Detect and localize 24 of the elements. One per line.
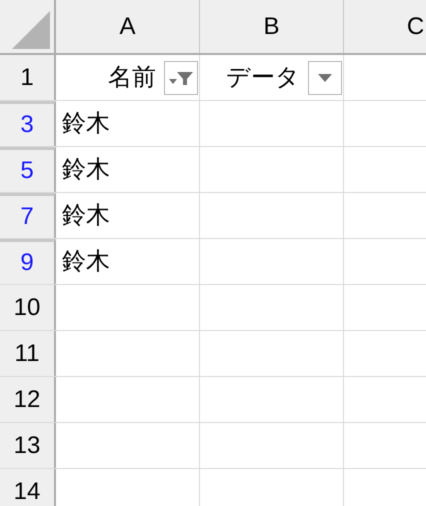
filter-button[interactable] (164, 60, 198, 94)
row-header[interactable]: 9 (0, 239, 56, 284)
row-header[interactable]: 11 (0, 331, 56, 376)
row-header[interactable]: 1 (0, 55, 56, 100)
row-header[interactable]: 3 (0, 101, 56, 146)
row-header[interactable]: 7 (0, 193, 56, 238)
cell-text: 鈴木 (62, 108, 110, 138)
cell-text: 鈴木 (62, 154, 110, 184)
filter-button[interactable] (308, 60, 342, 94)
row-header[interactable]: 12 (0, 377, 56, 422)
row-header[interactable]: 13 (0, 423, 56, 468)
column-header[interactable]: A (119, 8, 136, 44)
row-header[interactable]: 14 (0, 469, 56, 506)
dropdown-arrow-icon (318, 74, 332, 82)
corner-triangle-icon (12, 11, 50, 49)
cell-text: データ (226, 62, 300, 92)
cell-text: 鈴木 (62, 246, 110, 276)
cell-text: 鈴木 (62, 200, 110, 230)
row-header[interactable]: 10 (0, 285, 56, 330)
column-header[interactable]: C (406, 8, 424, 44)
cell-text: 名前 (108, 62, 156, 92)
column-header[interactable]: B (263, 8, 280, 44)
filter-icon (168, 70, 194, 86)
row-header[interactable]: 5 (0, 147, 56, 192)
